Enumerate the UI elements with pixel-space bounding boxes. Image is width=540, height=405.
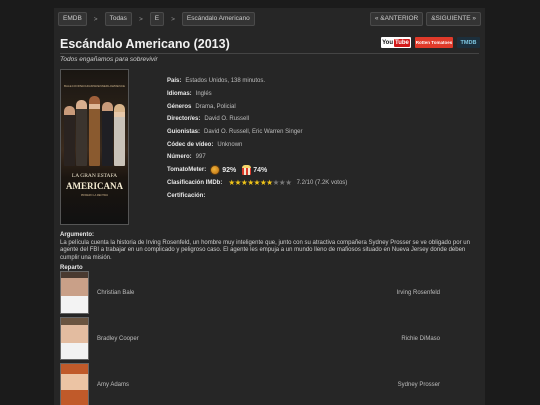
info-row-pais: País: Estados Unidos, 138 minutos. (167, 75, 467, 88)
character-name: Sydney Prosser (397, 381, 440, 388)
info-row-guionistas: Guionistas: David O. Russell, Eric Warre… (167, 126, 467, 139)
breadcrumb-current[interactable]: Escándalo Americano (181, 12, 255, 26)
info-value: Drama, Policial (195, 103, 236, 110)
youtube-logo-text: You (382, 39, 393, 46)
info-label: Códec de vídeo: (167, 141, 214, 148)
info-value: Estados Unidos, 138 minutos. (185, 78, 266, 85)
actor-name[interactable]: Bradley Cooper (97, 336, 217, 342)
info-value: David O. Russell, Eric Warren Singer (204, 129, 303, 136)
info-value: Unknown (217, 141, 243, 148)
youtube-link[interactable]: You Tube (381, 37, 411, 48)
external-links: You Tube Rotten Tomatoes TMDB (381, 37, 480, 48)
info-row-numero: Número: 997 (167, 151, 467, 164)
actor-photo[interactable] (60, 271, 89, 314)
audience-score: 74% (253, 166, 268, 174)
breadcrumb: EMDB > Todas > E > Escándalo Americano «… (58, 12, 481, 26)
poster-cast-name: BALE (64, 84, 72, 88)
poster-cast-name: ADAMS (84, 84, 96, 88)
actor-photo[interactable] (60, 317, 89, 360)
star-rating: ★★★★★★★★★★ (228, 178, 292, 188)
info-row-generos: Géneros Drama, Policial (167, 100, 467, 113)
poster-figures (63, 92, 126, 166)
star-icons-empty: ★★★ (272, 178, 292, 188)
info-label: Director/es: (167, 116, 201, 123)
poster-title-line2: AMERICANA (66, 181, 123, 191)
youtube-logo-tube: Tube (394, 38, 410, 47)
info-row-certificacion: Certificación: (167, 189, 467, 202)
page-title: Escándalo Americano (2013) (60, 37, 230, 51)
cast-row[interactable]: Christian Bale Irving Rosenfeld (60, 271, 440, 314)
plot-text: La película cuenta la historia de Irving… (60, 239, 470, 261)
poster-figure (76, 100, 88, 166)
info-label: Géneros (167, 103, 192, 110)
info-label: Idiomas: (167, 91, 192, 98)
tmdb-link[interactable]: TMDB (457, 37, 480, 48)
breadcrumb-separator: > (93, 15, 98, 23)
poster-figure (114, 104, 126, 166)
poster-cast-names: BALE COOPER ADAMS RENNER LAWRENCE (64, 84, 125, 88)
info-label: Clasificación IMDb: (167, 179, 223, 186)
character-name: Irving Rosenfeld (396, 289, 440, 296)
tagline: Todos engañamos para sobrevivir (60, 56, 158, 63)
plot-summary: Argumento: La película cuenta la histori… (60, 232, 478, 262)
plot-label: Argumento: (60, 232, 94, 238)
actor-photo[interactable] (60, 363, 89, 405)
actor-name[interactable]: Christian Bale (97, 290, 217, 296)
poster-cast-name: RENNER (95, 84, 109, 88)
popcorn-icon (242, 165, 252, 176)
certified-fresh-icon (210, 165, 221, 176)
info-label: TomatoMeter: (167, 167, 207, 174)
info-row-codec: Códec de vídeo: Unknown (167, 138, 467, 151)
rotten-tomatoes-link[interactable]: Rotten Tomatoes (415, 37, 453, 48)
breadcrumb-todas[interactable]: Todas (104, 12, 132, 26)
poster-tagline: PRIMERO LA MENTIRA (80, 194, 109, 197)
movie-info: País: Estados Unidos, 138 minutos. Idiom… (167, 75, 467, 202)
poster-cast-name: COOPER (71, 84, 85, 88)
info-label: Número: (167, 154, 192, 161)
cast-row[interactable]: Amy Adams Sydney Prosser (60, 363, 440, 405)
poster-title-line1: LA GRAN ESTAFA (71, 173, 118, 179)
info-label: Certificación: (167, 192, 206, 199)
movie-page: EMDB > Todas > E > Escándalo Americano «… (54, 8, 485, 405)
info-label: Guionistas: (167, 129, 201, 136)
previous-button[interactable]: « &ANTERIOR (369, 12, 424, 26)
title-divider (60, 53, 479, 54)
movie-poster[interactable]: BALE COOPER ADAMS RENNER LAWRENCE LA GRA… (60, 69, 129, 225)
info-row-director: Director/es: David O. Russell (167, 113, 467, 126)
star-icons-filled: ★★★★★★★ (228, 178, 273, 188)
info-value: David O. Russell (204, 116, 250, 123)
poster-figure (101, 102, 113, 166)
poster-figure (88, 96, 100, 166)
poster-figure (63, 106, 75, 166)
breadcrumb-separator: > (171, 15, 175, 23)
breadcrumb-letter[interactable]: E (149, 12, 165, 26)
info-row-tomatometer: TomatoMeter: 92% 74% (167, 164, 467, 177)
info-row-idiomas: Idiomas: Inglés (167, 88, 467, 101)
critics-score: 92% (222, 166, 237, 174)
breadcrumb-emdb[interactable]: EMDB (58, 12, 87, 26)
actor-name[interactable]: Amy Adams (97, 382, 217, 388)
info-value: 997 (195, 154, 206, 161)
info-row-imdb: Clasificación IMDb: ★★★★★★★★★★ 7.2/10 (7… (167, 177, 467, 190)
next-button[interactable]: &SIGUIENTE » (426, 12, 481, 26)
info-label: País: (167, 78, 182, 85)
poster-cast-name: LAWRENCE (108, 84, 125, 88)
breadcrumb-separator: > (138, 15, 143, 23)
imdb-rating-value: 7.2/10 (7.2K votos) (296, 179, 348, 186)
cast-row[interactable]: Bradley Cooper Richie DiMaso (60, 317, 440, 360)
info-value: Inglés (195, 91, 212, 98)
character-name: Richie DiMaso (401, 335, 440, 342)
